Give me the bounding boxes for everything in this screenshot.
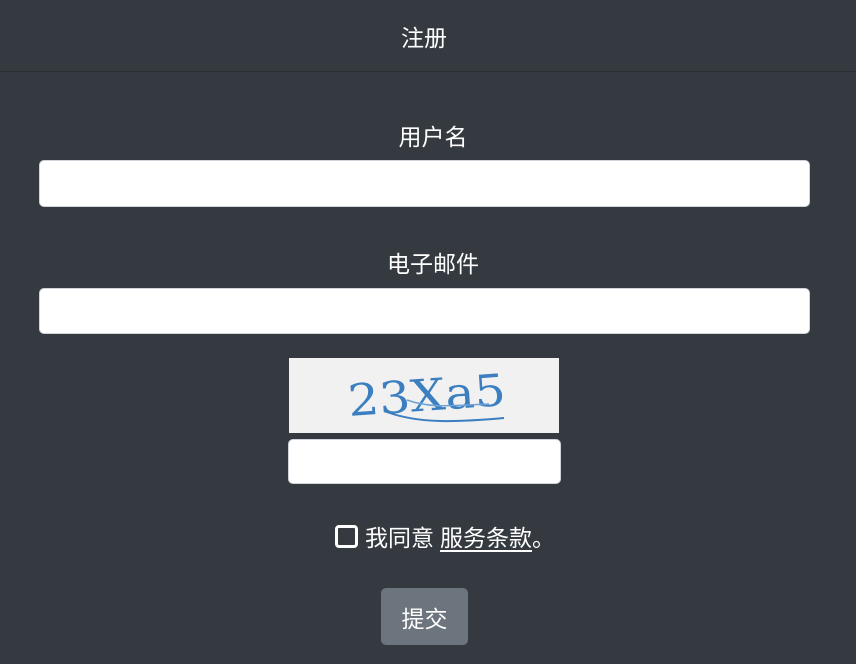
terms-of-service-link[interactable]: 服务条款 [440, 519, 532, 553]
agree-suffix: 。 [532, 526, 555, 552]
email-label: 电子邮件 [387, 252, 479, 278]
submit-button[interactable]: 提交 [381, 588, 468, 645]
captcha-graphic: 23Xa5 [289, 358, 559, 433]
page-title: 注册 [401, 25, 447, 52]
captcha-image: 23Xa5 [289, 358, 559, 433]
username-label: 用户名 [398, 125, 468, 151]
agree-checkbox[interactable] [335, 524, 358, 548]
agree-text: 我同意 [365, 526, 434, 552]
terms-agreement: 我同意 服务条款 。 [335, 520, 555, 552]
username-input[interactable] [39, 160, 810, 207]
page-header: 注册 [0, 0, 856, 72]
email-input[interactable] [39, 288, 810, 334]
captcha-input[interactable] [288, 439, 561, 484]
